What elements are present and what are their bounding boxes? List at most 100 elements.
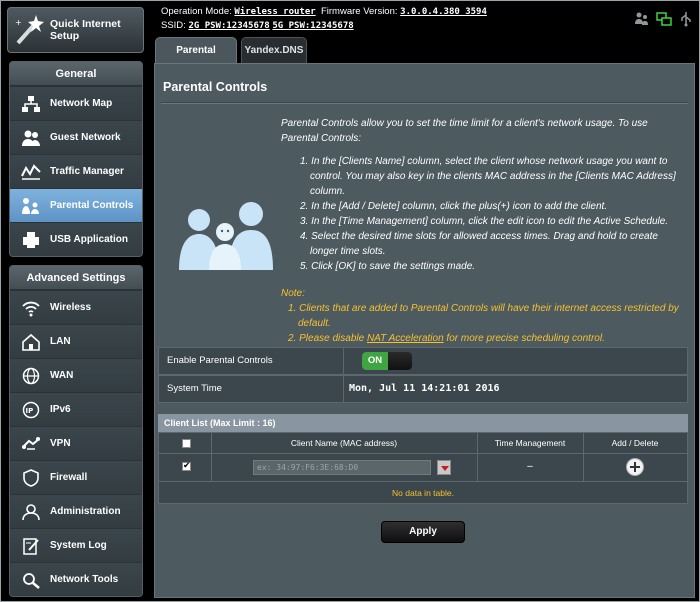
sidebar-item-parental-controls[interactable]: Parental Controls (10, 188, 142, 222)
sidebar-item-label: Network Map (50, 98, 113, 109)
sidebar-item-label: USB Application (50, 234, 128, 245)
sidebar-item-firewall[interactable]: Firewall (10, 460, 142, 494)
sidebar-item-label: System Log (50, 540, 107, 551)
note-label: Note: (281, 288, 305, 299)
firmware-version-link[interactable]: 3.0.0.4.380_3594 (400, 7, 487, 17)
advanced-menu-title: Advanced Settings (10, 266, 142, 290)
note-item: 1. Clients that are added to Parental Co… (288, 303, 679, 329)
usb-status-icon[interactable] (678, 11, 694, 31)
sidebar-item-vpn[interactable]: VPN (10, 426, 142, 460)
client-list-title: Client List (Max Limit : 16) (158, 414, 688, 432)
svg-text:IP: IP (26, 407, 34, 415)
quick-internet-setup-label: Quick Internet Setup (50, 18, 121, 42)
system-time-row: System Time Mon, Jul 11 14:21:01 2016 (158, 375, 688, 403)
firmware-label: Firmware Version: (320, 6, 398, 17)
firewall-icon (20, 468, 42, 488)
parental-controls-icon (20, 196, 42, 216)
ssid-2g-link[interactable]: 2G_PSW:12345678 (188, 21, 269, 31)
guest-network-icon (20, 128, 42, 148)
operation-mode-label: Operation Mode: (161, 6, 232, 17)
page-title: Parental Controls (163, 80, 268, 94)
sidebar-item-label: Network Tools (50, 574, 119, 585)
ipv6-icon: IP (20, 400, 42, 420)
toggle-on-label: ON (362, 352, 388, 370)
sidebar-item-label: Parental Controls (50, 200, 134, 211)
sidebar-item-label: VPN (50, 438, 71, 449)
traffic-manager-icon (20, 162, 42, 182)
advanced-settings-menu: Advanced Settings Wireless LAN WAN IP IP… (9, 265, 143, 597)
tab-parental-controls[interactable]: Parental Controls (155, 37, 237, 82)
enable-parental-controls-toggle[interactable]: ON (362, 352, 412, 370)
enable-parental-controls-row: Enable Parental Controls ON (158, 347, 688, 375)
instruction-step: 2. In the [Add / Delete] column, click t… (300, 201, 608, 212)
wand-icon: + (12, 13, 46, 47)
instruction-steps: 1. In the [Clients Name] column, select … (300, 154, 681, 274)
tab-yandex-dns[interactable]: Yandex.DNS (241, 37, 307, 63)
sidebar-item-lan[interactable]: LAN (10, 324, 142, 358)
sidebar-item-network-tools[interactable]: Network Tools (10, 562, 142, 596)
note-list: 1. Clients that are added to Parental Co… (285, 301, 681, 346)
sidebar-item-label: Administration (50, 506, 121, 517)
operation-mode-link[interactable]: Wireless router (234, 7, 315, 17)
chevron-down-icon[interactable] (437, 460, 451, 475)
sidebar-item-label: Firewall (50, 472, 88, 483)
client-name-column-header: Client Name (MAC address) (290, 438, 398, 448)
column-divider (583, 454, 584, 481)
sidebar-item-usb-application[interactable]: USB Application (10, 222, 142, 256)
title-divider (161, 102, 688, 104)
sidebar-item-network-map[interactable]: Network Map (10, 86, 142, 120)
note-item: 2. Please disable NAT Acceleration for m… (288, 333, 605, 344)
clients-status-icon[interactable] (634, 11, 650, 31)
main-panel: Parental Controls Parental Controls allo… (154, 63, 695, 598)
select-all-checkbox[interactable] (182, 439, 191, 448)
add-client-icon[interactable] (626, 458, 644, 476)
sidebar-item-label: Traffic Manager (50, 166, 124, 177)
system-time-label: System Time (167, 383, 222, 394)
network-map-icon (20, 94, 42, 114)
ssid-label: SSID: (161, 20, 186, 31)
column-divider (343, 348, 344, 374)
sidebar-item-label: Wireless (50, 302, 92, 313)
description-intro: Parental Controls allow you to set the t… (281, 118, 648, 144)
sidebar-item-label: LAN (50, 336, 71, 347)
sidebar-item-wan[interactable]: WAN (10, 358, 142, 392)
time-management-column-header: Time Management (494, 438, 566, 448)
sidebar-item-system-log[interactable]: System Log (10, 528, 142, 562)
sidebar-item-ipv6[interactable]: IP IPv6 (10, 392, 142, 426)
router-status-info: Operation Mode: Wireless router Firmware… (161, 5, 487, 33)
sidebar-item-traffic-manager[interactable]: Traffic Manager (10, 154, 142, 188)
instruction-step: 3. In the [Time Management] column, clic… (300, 216, 669, 227)
quick-internet-setup-button[interactable]: + Quick Internet Setup (7, 7, 144, 53)
lan-icon (20, 332, 42, 352)
instruction-step: 4. Select the desired time slots for all… (300, 231, 658, 257)
sidebar-item-wireless[interactable]: Wireless (10, 290, 142, 324)
router-admin-page: + Quick Internet Setup General Network Ma… (0, 0, 700, 602)
sidebar-item-label: Guest Network (50, 132, 121, 143)
toggle-knob (388, 352, 412, 370)
usb-application-icon (20, 230, 42, 250)
client-mac-input[interactable]: ex: 34:97:F6:3E:68:D0 (253, 460, 431, 475)
time-management-value: – (527, 461, 533, 472)
sidebar-item-guest-network[interactable]: Guest Network (10, 120, 142, 154)
system-time-value: Mon, Jul 11 14:21:01 2016 (349, 383, 500, 394)
general-menu-title: General (10, 62, 142, 86)
general-menu: General Network Map Guest Network Traffi… (9, 61, 143, 257)
add-delete-column-header: Add / Delete (611, 438, 659, 448)
nat-acceleration-link[interactable]: NAT Acceleration (367, 333, 444, 344)
apply-button[interactable]: Apply (381, 521, 465, 543)
sidebar-item-administration[interactable]: Administration (10, 494, 142, 528)
instruction-step: 1. In the [Clients Name] column, select … (300, 156, 676, 197)
instruction-step: 5. Click [OK] to save the settings made. (300, 261, 476, 272)
column-divider (211, 454, 212, 481)
administration-icon (20, 502, 42, 522)
wireless-icon (20, 298, 42, 318)
system-log-icon (20, 536, 42, 556)
client-row-checkbox[interactable] (182, 460, 191, 471)
network-tools-icon (20, 570, 42, 590)
svg-text:+: + (15, 18, 22, 27)
ssid-5g-link[interactable]: 5G_PSW:12345678 (272, 21, 353, 31)
network-status-icon[interactable] (656, 11, 672, 31)
vpn-icon (20, 434, 42, 454)
status-icons (634, 11, 694, 31)
client-list-header: Client Name (MAC address) Time Managemen… (158, 432, 688, 454)
